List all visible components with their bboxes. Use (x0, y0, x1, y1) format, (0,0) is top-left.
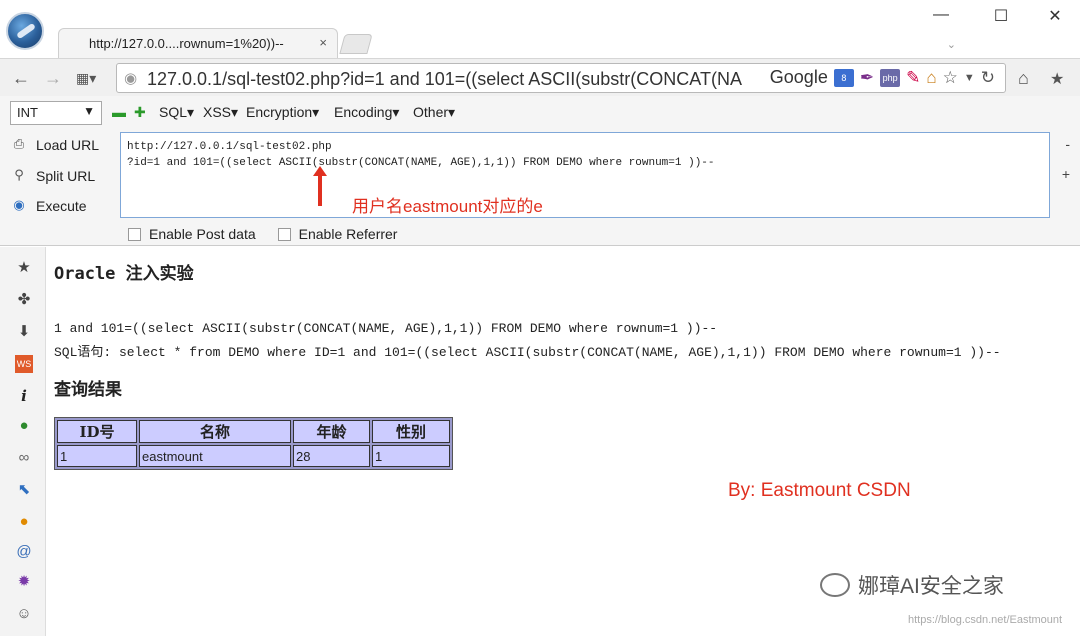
enable-post-data-checkbox[interactable]: Enable Post data (128, 226, 256, 242)
star-icon[interactable]: ★ (15, 259, 33, 277)
page-title: Oracle 注入实验 (54, 264, 194, 284)
checkbox-box[interactable] (277, 227, 291, 241)
execute-icon: ◉ (13, 197, 25, 212)
textarea-line-1: http://127.0.0.1/sql-test02.php (127, 141, 332, 153)
home-icon[interactable]: ⌂ (1018, 68, 1029, 89)
download-icon[interactable]: ⬇ (15, 323, 33, 341)
execute-label: Execute (36, 198, 87, 214)
load-url-label: Load URL (36, 137, 100, 153)
menu-encryption[interactable]: Encryption▾ (246, 104, 319, 121)
table-header-row: ID号 名称 年龄 性别 (57, 420, 450, 443)
url-bar[interactable]: ◉ 127.0.0.1/sql-test02.php?id=1 and 101=… (116, 63, 1006, 93)
header-name: 名称 (139, 420, 291, 443)
browser-tab[interactable]: http://127.0.0....rownum=1%20))-- × (58, 28, 338, 58)
textarea-line-2: ?id=1 and 101=((select ASCII(substr(CONC… (127, 157, 715, 169)
forward-arrow-icon[interactable]: → (44, 68, 62, 89)
enable-referrer-checkbox[interactable]: Enable Referrer (277, 226, 398, 242)
green-ball-icon[interactable]: ● (15, 417, 33, 435)
menu-sql[interactable]: SQL▾ (159, 104, 194, 121)
cell-name: eastmount (139, 445, 291, 467)
menu-other[interactable]: Other▾ (413, 104, 455, 121)
search-engine-icon[interactable]: 8 (833, 68, 854, 87)
bookmark-star-icon[interactable]: ☆ (943, 68, 958, 88)
menu-encoding[interactable]: Encoding▾ (334, 104, 399, 121)
ws-icon[interactable]: WS (15, 355, 33, 373)
split-url-button[interactable]: ⚲ Split URL (10, 167, 95, 185)
php-icon[interactable]: php (880, 68, 901, 87)
header-id: ID号 (57, 420, 137, 443)
minimize-button[interactable]: — (918, 6, 964, 30)
spiral-icon[interactable]: @ (15, 543, 33, 561)
load-url-icon: ⎙ (13, 136, 25, 151)
annotation-text: 用户名eastmount对应的e (352, 197, 543, 216)
type-select[interactable]: INT ▼ (10, 101, 102, 125)
watermark-url: https://blog.csdn.net/Eastmount (908, 614, 1063, 626)
table-row: 1 eastmount 28 1 (57, 445, 450, 467)
history-menu-icon[interactable]: ▦▾ (76, 70, 96, 87)
chevron-down-icon: ▼ (83, 104, 95, 118)
info-icon[interactable]: i (15, 387, 33, 405)
bug-icon[interactable]: ✹ (15, 573, 33, 591)
header-age: 年龄 (293, 420, 370, 443)
pen-icon[interactable]: ✒ (860, 68, 874, 88)
site-info-icon[interactable]: ◉ (124, 69, 137, 87)
sql-line: SQL语句: select * from DEMO where ID=1 and… (54, 345, 1001, 360)
url-textarea[interactable]: http://127.0.0.1/sql-test02.php ?id=1 an… (120, 132, 1050, 218)
execute-button[interactable]: ◉ Execute (10, 197, 87, 215)
close-window-button[interactable]: ✕ (1032, 6, 1078, 30)
watermark: 娜璋AI安全之家 (820, 570, 1004, 600)
browser-logo-icon[interactable] (6, 12, 44, 50)
result-heading: 查询结果 (54, 380, 122, 400)
shrink-textarea-button[interactable]: - (1065, 136, 1070, 152)
search-engine-label[interactable]: Google (770, 67, 828, 88)
checkbox-box[interactable] (128, 227, 141, 241)
cell-age: 28 (293, 445, 370, 467)
wechat-logo-icon (820, 573, 850, 597)
new-tab-button[interactable] (339, 34, 373, 54)
minus-icon[interactable]: ▬ (112, 104, 126, 120)
plus-icon[interactable]: ✚ (134, 104, 146, 121)
navigation-bar: ← → ▦▾ ◉ 127.0.0.1/sql-test02.php?id=1 a… (0, 58, 1080, 96)
header-gender: 性别 (372, 420, 450, 443)
reload-icon[interactable]: ↻ (981, 68, 995, 88)
dropdown-icon[interactable]: ▼ (964, 72, 975, 84)
annotation-arrow-icon (313, 166, 327, 206)
hackbar-panel: ⎙ Load URL ⚲ Split URL ◉ Execute http://… (0, 130, 1080, 246)
palette-icon[interactable]: ☺ (15, 605, 33, 623)
home-extension-icon[interactable]: ⌂ (926, 68, 936, 88)
cell-id: 1 (57, 445, 137, 467)
tab-title: http://127.0.0....rownum=1%20))-- (89, 36, 284, 51)
bookmarks-icon[interactable]: ★ (1050, 69, 1064, 89)
menu-xss[interactable]: XSS▾ (203, 104, 238, 121)
cell-gender: 1 (372, 445, 450, 467)
left-sidebar: ★ ✤ ⬇ WS i ● ∞ ⬉ ● @ ✹ ☺ (0, 247, 46, 636)
cursor-icon[interactable]: ⬉ (15, 481, 33, 499)
load-url-button[interactable]: ⎙ Load URL (10, 136, 99, 154)
param-line: 1 and 101=((select ASCII(substr(CONCAT(N… (54, 321, 718, 336)
enable-post-data-label: Enable Post data (149, 226, 256, 242)
enable-referrer-label: Enable Referrer (298, 226, 398, 242)
result-table: ID号 名称 年龄 性别 1 eastmount 28 1 (54, 417, 453, 470)
grow-textarea-button[interactable]: + (1062, 166, 1070, 182)
byline-text: By: Eastmount CSDN (728, 480, 911, 501)
puzzle-icon[interactable]: ✤ (15, 291, 33, 309)
type-select-value: INT (17, 105, 38, 120)
back-arrow-icon[interactable]: ← (12, 68, 30, 89)
paint-icon[interactable]: ✎ (906, 68, 920, 88)
maximize-button[interactable]: ☐ (978, 6, 1024, 30)
split-url-label: Split URL (36, 168, 96, 184)
split-url-icon: ⚲ (14, 167, 24, 182)
url-input[interactable]: 127.0.0.1/sql-test02.php?id=1 and 101=((… (147, 69, 787, 90)
tabs-menu-icon[interactable]: ⌄ (947, 38, 956, 51)
link-icon[interactable]: ∞ (15, 449, 33, 467)
alert-icon[interactable]: ● (15, 513, 33, 531)
title-bar: http://127.0.0....rownum=1%20))-- × — ☐ … (0, 0, 1080, 58)
hackbar-toolbar: INT ▼ ▬ ✚ SQL▾ XSS▾ Encryption▾ Encoding… (0, 96, 1080, 130)
watermark-text: 娜璋AI安全之家 (858, 575, 1004, 598)
tab-close-icon[interactable]: × (319, 35, 327, 50)
